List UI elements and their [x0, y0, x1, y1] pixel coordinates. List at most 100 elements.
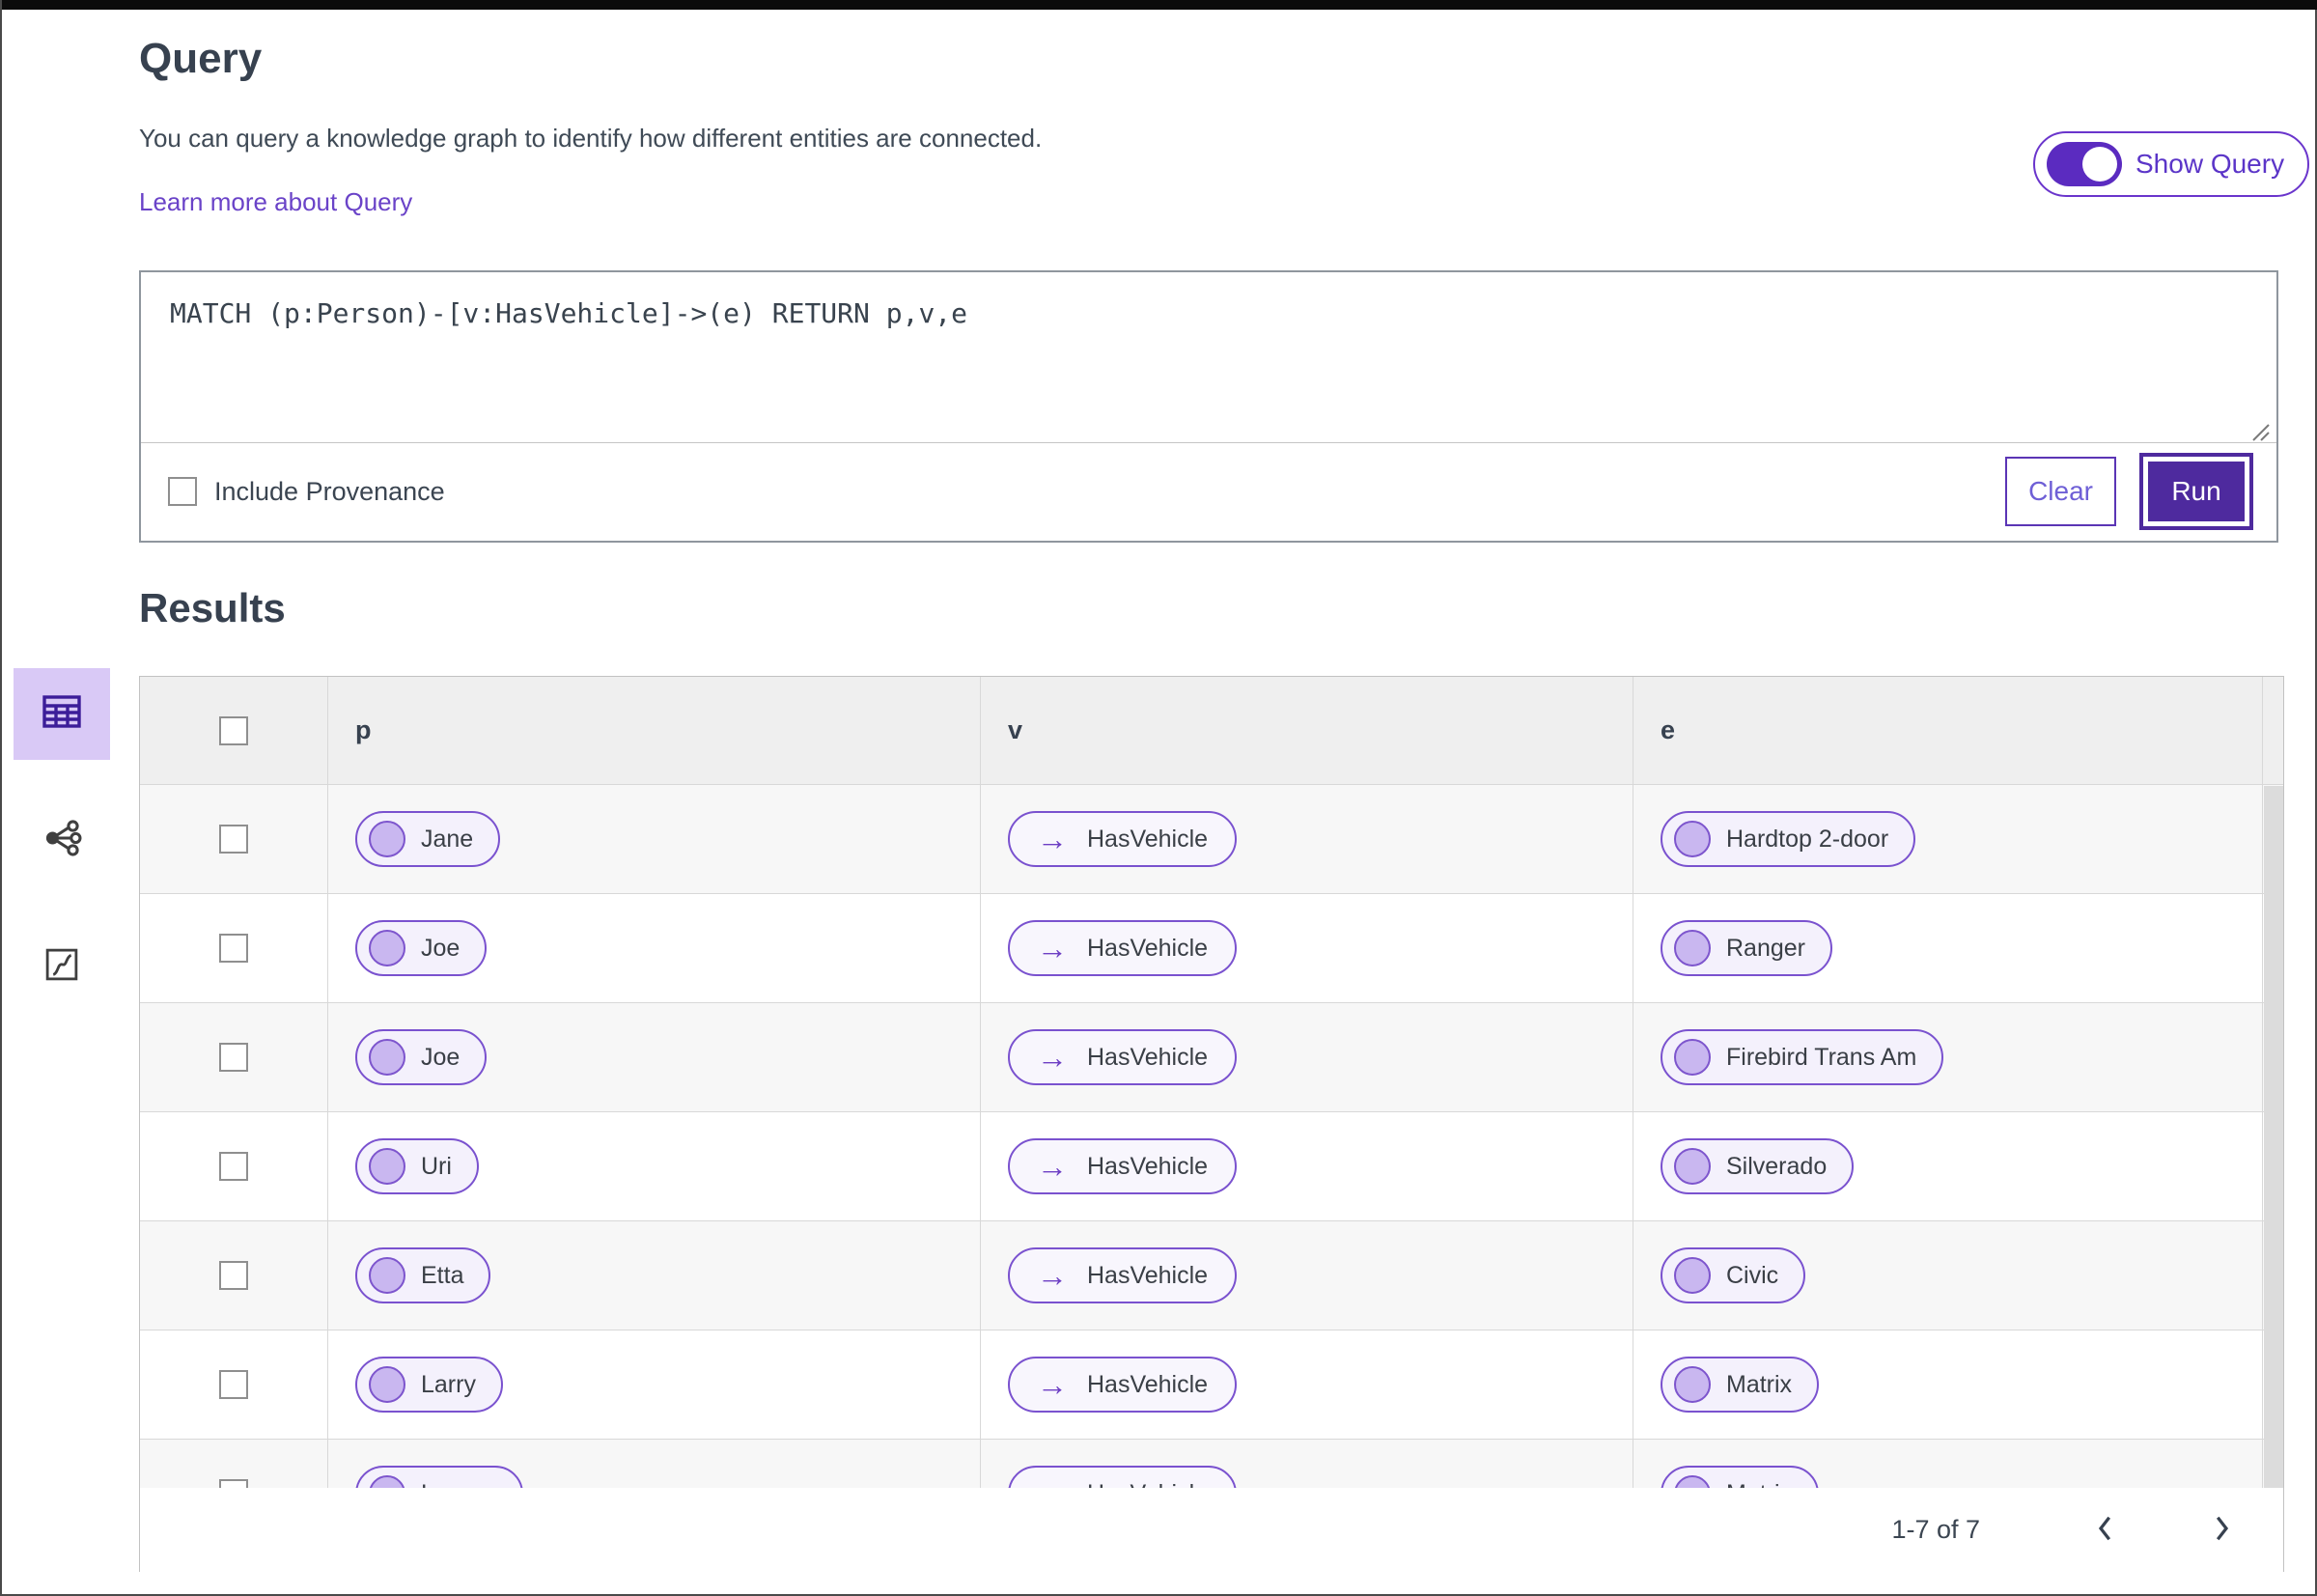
node-pill[interactable]: Civic — [1661, 1247, 1806, 1303]
row-select-checkbox[interactable] — [219, 1152, 248, 1181]
arrow-right-icon: → — [1037, 1040, 1068, 1075]
arrow-right-icon: → — [1037, 1149, 1068, 1184]
learn-more-link[interactable]: Learn more about Query — [139, 187, 412, 217]
curve-box-icon — [42, 944, 82, 990]
node-pill-label: Ranger — [1726, 934, 1805, 962]
node-pill-label: Etta — [421, 1261, 464, 1289]
node-pill[interactable]: Firebird Trans Am — [1661, 1029, 1944, 1085]
node-pill-label: Joe — [421, 1043, 461, 1071]
pagination-next-button[interactable] — [2202, 1506, 2241, 1554]
results-view-switcher — [14, 668, 110, 1048]
row-select-checkbox[interactable] — [219, 825, 248, 854]
cell-e: Matrix — [1633, 1440, 2263, 1488]
cell-p: Etta — [328, 1221, 981, 1330]
cell-e: Firebird Trans Am — [1633, 1003, 2263, 1111]
node-pill[interactable]: Etta — [355, 1247, 491, 1303]
node-pill[interactable]: Jane — [355, 811, 501, 867]
network-icon — [40, 816, 84, 865]
node-pill[interactable]: Joe — [355, 920, 488, 976]
vertical-scrollbar[interactable] — [2264, 786, 2283, 1488]
table-scroll-region: p v e Jane → HasVehicle Hardtop 2-door Joe → H… — [140, 677, 2283, 1488]
node-circle-icon — [369, 1257, 405, 1294]
node-pill[interactable]: Silverado — [1661, 1138, 1855, 1194]
edge-pill-label: HasVehicle — [1087, 1261, 1209, 1289]
edge-pill[interactable]: → HasVehicle — [1008, 1138, 1238, 1194]
edge-pill[interactable]: → HasVehicle — [1008, 1357, 1238, 1413]
top-border-bar — [2, 0, 2317, 10]
query-toolbar: Include Provenance Clear Run — [141, 443, 2276, 540]
sidebar-item-graph-view[interactable] — [14, 795, 110, 886]
edge-pill[interactable]: → HasVehicle — [1008, 1029, 1238, 1085]
show-query-toggle[interactable]: Show Query — [2033, 131, 2310, 197]
cell-v: → HasVehicle — [981, 1003, 1633, 1111]
node-pill[interactable]: Matrix — [1661, 1466, 1820, 1489]
node-circle-icon — [1674, 1039, 1711, 1076]
node-pill-label: Matrix — [1726, 1370, 1793, 1398]
row-select-checkbox[interactable] — [219, 1479, 248, 1488]
toggle-switch-icon[interactable] — [2047, 142, 2122, 186]
node-pill-label: Matrix — [1726, 1480, 1792, 1489]
row-select-checkbox[interactable] — [219, 1043, 248, 1072]
cell-e: Ranger — [1633, 894, 2263, 1002]
table-rows: Jane → HasVehicle Hardtop 2-door Joe → HasVehi… — [140, 785, 2283, 1488]
arrow-right-icon: → — [1037, 931, 1068, 966]
table-row: Joe → HasVehicle Firebird Trans Am — [140, 1003, 2283, 1112]
arrow-right-icon: → — [1037, 1478, 1068, 1488]
node-pill[interactable]: Joe — [355, 1029, 488, 1085]
edge-pill[interactable]: → HasVehicle — [1008, 1247, 1238, 1303]
edge-pill[interactable]: → HasVehicle — [1008, 1466, 1238, 1488]
node-pill[interactable]: Uri — [355, 1138, 479, 1194]
edge-pill-label: HasVehicle — [1087, 825, 1209, 853]
row-checkbox-cell — [140, 1003, 328, 1111]
sidebar-item-chart-view[interactable] — [14, 921, 110, 1013]
node-circle-icon — [369, 821, 405, 857]
pagination-bar: 1-7 of 7 — [140, 1488, 2283, 1572]
cell-e: Matrix — [1633, 1330, 2263, 1439]
row-checkbox-cell — [140, 1440, 328, 1488]
node-circle-icon — [1674, 1475, 1711, 1488]
node-pill[interactable]: Hardtop 2-door — [1661, 811, 1916, 867]
select-all-checkbox[interactable] — [219, 715, 248, 745]
show-query-label: Show Query — [2136, 149, 2285, 179]
edge-pill-label: HasVehicle — [1087, 1043, 1209, 1071]
pagination-prev-button[interactable] — [2086, 1506, 2125, 1554]
table-row: Jane → HasVehicle Hardtop 2-door — [140, 785, 2283, 894]
node-pill-label: Joe — [421, 934, 461, 962]
edge-pill[interactable]: → HasVehicle — [1008, 920, 1238, 976]
results-title: Results — [139, 585, 286, 630]
row-select-checkbox[interactable] — [219, 1261, 248, 1290]
node-pill-label: Lauren — [421, 1480, 496, 1489]
node-pill-label: Larry — [421, 1370, 476, 1398]
node-circle-icon — [1674, 1366, 1711, 1403]
table-row: Lauren → HasVehicle Matrix — [140, 1440, 2283, 1488]
row-checkbox-cell — [140, 894, 328, 1002]
node-pill[interactable]: Lauren — [355, 1466, 523, 1488]
node-circle-icon — [369, 1475, 405, 1488]
row-select-checkbox[interactable] — [219, 934, 248, 963]
sidebar-item-table-view[interactable] — [14, 668, 110, 760]
query-panel: MATCH (p:Person)-[v:HasVehicle]->(e) RET… — [139, 270, 2278, 543]
edge-pill-label: HasVehicle — [1087, 934, 1209, 962]
resize-handle-icon[interactable] — [2247, 419, 2273, 444]
edge-pill-label: HasVehicle — [1087, 1152, 1209, 1180]
node-circle-icon — [369, 1366, 405, 1403]
chevron-right-icon — [2210, 1516, 2233, 1546]
header-scrollbar-gutter — [2263, 677, 2283, 784]
arrow-right-icon: → — [1037, 822, 1068, 856]
results-table: p v e Jane → HasVehicle Hardtop 2-door Joe → H… — [139, 676, 2284, 1572]
clear-button[interactable]: Clear — [2005, 457, 2116, 526]
node-pill[interactable]: Matrix — [1661, 1357, 1820, 1413]
row-select-checkbox[interactable] — [219, 1370, 248, 1399]
node-circle-icon — [1674, 821, 1711, 857]
run-button[interactable]: Run — [2139, 453, 2253, 530]
node-pill[interactable]: Larry — [355, 1357, 503, 1413]
cell-e: Silverado — [1633, 1112, 2263, 1220]
include-provenance-checkbox[interactable] — [168, 477, 197, 506]
node-pill[interactable]: Ranger — [1661, 920, 1832, 976]
query-input[interactable]: MATCH (p:Person)-[v:HasVehicle]->(e) RET… — [141, 272, 2276, 443]
cell-v: → HasVehicle — [981, 1440, 1633, 1488]
cell-e: Hardtop 2-door — [1633, 785, 2263, 893]
row-checkbox-cell — [140, 1221, 328, 1330]
node-pill-label: Jane — [421, 825, 474, 853]
edge-pill[interactable]: → HasVehicle — [1008, 811, 1238, 867]
